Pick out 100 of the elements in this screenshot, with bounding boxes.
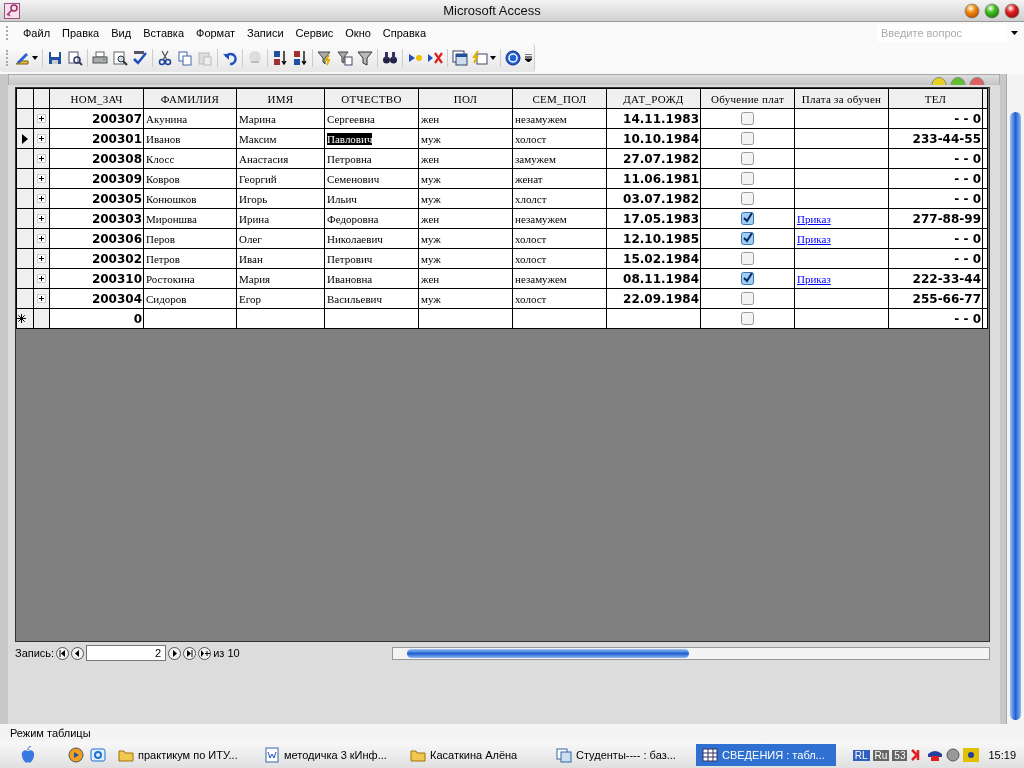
checkbox[interactable]	[741, 172, 754, 185]
taskbar-button[interactable]: Касаткина Алёна	[404, 744, 544, 766]
question-field[interactable]: Введите вопрос	[877, 24, 1007, 42]
column-header[interactable]: Плата за обучен	[794, 88, 889, 109]
menu-item[interactable]: Сервис	[289, 25, 340, 41]
database-icon	[556, 747, 572, 763]
table-cell: 17.05.1983	[606, 208, 701, 229]
column-header[interactable]: ТЕЛ	[888, 88, 983, 109]
delete-record-icon[interactable]	[427, 50, 443, 66]
table-cell: женат	[512, 168, 607, 189]
help-icon[interactable]	[505, 50, 521, 66]
tray-icon[interactable]: 53	[892, 749, 908, 761]
expand-icon[interactable]	[37, 134, 46, 143]
taskbar-button[interactable]: практикум по ИТУ...	[112, 744, 252, 766]
taskbar-button[interactable]: Студенты---- : баз...	[550, 744, 690, 766]
undo-icon[interactable]	[222, 50, 238, 66]
column-header[interactable]: СЕМ_ПОЛ	[512, 88, 607, 109]
close-button[interactable]	[1004, 2, 1020, 19]
toolbar-options-icon[interactable]	[525, 54, 532, 62]
checkbox[interactable]	[741, 212, 754, 225]
column-header[interactable]: ФАМИЛИЯ	[143, 88, 237, 109]
phone-icon[interactable]	[927, 748, 944, 762]
checkbox[interactable]	[741, 192, 754, 205]
menu-item[interactable]: Вставка	[137, 25, 190, 41]
last-record-button[interactable]	[183, 646, 197, 660]
spelling-check-icon[interactable]	[132, 50, 148, 66]
table-cell: 0	[49, 308, 144, 329]
expand-icon[interactable]	[37, 174, 46, 183]
checkbox[interactable]	[741, 132, 754, 145]
checkbox[interactable]	[741, 112, 754, 125]
table-cell: 22.09.1984	[606, 288, 701, 309]
expand-icon[interactable]	[37, 294, 46, 303]
table-cell: муж	[418, 248, 513, 269]
folder-icon	[118, 747, 134, 763]
taskbar-button[interactable]: СВЕДЕНИЯ : табл...	[696, 744, 836, 766]
column-header[interactable]: ОТЧЕСТВО	[324, 88, 419, 109]
checkbox[interactable]	[741, 312, 754, 325]
apple-icon[interactable]	[20, 746, 36, 764]
tray-icon[interactable]: Ru	[872, 749, 890, 761]
scissors-icon[interactable]	[157, 50, 173, 66]
menu-item[interactable]: Вид	[105, 25, 138, 41]
column-header[interactable]: ПОЛ	[418, 88, 513, 109]
filter-icon[interactable]	[357, 50, 373, 66]
vertical-scrollbar[interactable]	[1006, 74, 1024, 724]
table-icon	[702, 747, 718, 763]
sort-ascending-icon[interactable]	[272, 50, 288, 66]
checkbox[interactable]	[741, 232, 754, 245]
new-record-button[interactable]	[198, 646, 212, 660]
expand-icon[interactable]	[37, 214, 46, 223]
menu-item[interactable]: Формат	[190, 25, 242, 41]
column-header[interactable]: НОМ_ЗАЧ	[49, 88, 144, 109]
save-icon[interactable]	[47, 50, 63, 66]
menu-item[interactable]: Файл	[17, 25, 57, 41]
expand-icon[interactable]	[37, 114, 46, 123]
column-header[interactable]: ИМЯ	[236, 88, 325, 109]
checkbox[interactable]	[741, 252, 754, 265]
table-cell: 200301	[49, 128, 144, 149]
dropdown-arrow-icon[interactable]	[32, 56, 38, 60]
browser-icon[interactable]	[90, 747, 106, 763]
horizontal-scrollbar[interactable]	[392, 646, 990, 660]
record-number-field[interactable]: 2	[86, 645, 167, 661]
maximize-button[interactable]	[984, 2, 1000, 19]
checkbox[interactable]	[741, 152, 754, 165]
filter-form-icon[interactable]	[337, 50, 353, 66]
menu-item[interactable]: Справка	[376, 25, 432, 41]
tray-icon[interactable]: RL	[852, 749, 870, 761]
first-record-button[interactable]	[56, 646, 70, 660]
checkbox[interactable]	[741, 272, 754, 285]
sort-descending-icon[interactable]	[292, 50, 308, 66]
expand-icon[interactable]	[37, 234, 46, 243]
print-icon[interactable]	[92, 50, 108, 66]
menu-item[interactable]: Окно	[339, 25, 377, 41]
column-header[interactable]: ДАТ_РОЖД	[606, 88, 701, 109]
previous-record-button[interactable]	[71, 646, 85, 660]
expand-icon[interactable]	[37, 194, 46, 203]
table-cell: холост	[512, 128, 607, 149]
dropdown-arrow-icon[interactable]	[490, 56, 496, 60]
ruler-pencil-icon[interactable]	[14, 50, 30, 66]
checkbox[interactable]	[741, 292, 754, 305]
table-cell: 255-66-77	[888, 288, 983, 309]
expand-icon[interactable]	[37, 274, 46, 283]
print-preview-icon[interactable]	[112, 50, 128, 66]
menu-item[interactable]: Правка	[56, 25, 106, 41]
media-player-icon[interactable]	[68, 747, 84, 763]
expand-icon[interactable]	[37, 154, 46, 163]
filter-lightning-icon[interactable]	[317, 50, 333, 66]
table-cell: Перов	[143, 228, 237, 249]
menu-item[interactable]: Записи	[241, 25, 290, 41]
table-cell: Мироншва	[143, 208, 237, 229]
table-cell: холост	[512, 248, 607, 269]
taskbar-button[interactable]: методичка 3 кИнф...	[258, 744, 398, 766]
minimize-button[interactable]	[964, 2, 980, 19]
record-count: из 10	[213, 647, 240, 659]
expand-icon[interactable]	[37, 254, 46, 263]
binoculars-icon[interactable]	[382, 50, 398, 66]
table-cell: 200310	[49, 268, 144, 289]
document-search-icon[interactable]	[67, 50, 83, 66]
database-window-icon[interactable]	[452, 50, 468, 66]
next-record-button[interactable]	[168, 646, 182, 660]
column-header[interactable]: Обучение плат	[700, 88, 795, 109]
